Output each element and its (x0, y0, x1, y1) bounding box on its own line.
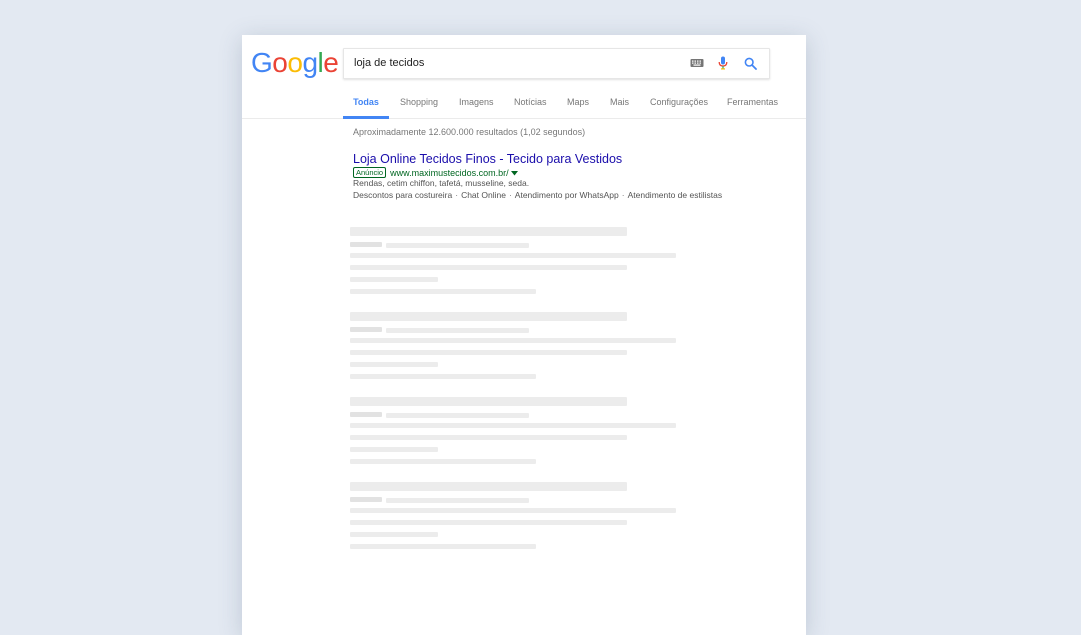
separator: · (621, 190, 625, 200)
placeholder-line (386, 498, 529, 503)
search-box (343, 48, 770, 79)
placeholder-line (350, 532, 438, 537)
sitelink[interactable]: Atendimento de estilistas (628, 190, 723, 200)
result-stats: Aproximadamente 12.600.000 resultados (1… (353, 127, 586, 137)
tab-shopping[interactable]: Shopping (400, 90, 438, 116)
tab-mais[interactable]: Mais (610, 90, 629, 116)
tab-maps[interactable]: Maps (567, 90, 589, 116)
browser-window: Google Todas Shopping Imagens Notícias M… (242, 35, 806, 635)
placeholder-line (350, 459, 536, 464)
sitelink[interactable]: Chat Online (461, 190, 506, 200)
placeholder-line (350, 497, 382, 502)
placeholder-title (350, 227, 627, 236)
placeholder-line (350, 350, 627, 355)
dropdown-arrow-icon[interactable] (510, 168, 518, 178)
logo-letter: g (302, 47, 318, 78)
ad-url[interactable]: www.maximustecidos.com.br/ (390, 168, 509, 178)
placeholder-line (350, 327, 382, 332)
placeholder-line (350, 374, 536, 379)
search-input[interactable] (354, 55, 674, 71)
placeholder-line (386, 243, 529, 248)
separator: · (508, 190, 512, 200)
separator: · (455, 190, 459, 200)
keyboard-icon[interactable] (689, 55, 705, 71)
placeholder-title (350, 482, 627, 491)
placeholder-line (350, 253, 676, 258)
placeholder-line (386, 413, 529, 418)
placeholder-line (350, 338, 676, 343)
microphone-icon[interactable] (715, 55, 731, 71)
tab-noticias[interactable]: Notícias (514, 90, 547, 116)
placeholder-line (350, 447, 438, 452)
ad-sitelinks: Descontos para costureira · Chat Online · At… (353, 190, 722, 200)
placeholder-line (350, 544, 536, 549)
tab-todas[interactable]: Todas (343, 90, 389, 119)
sitelink[interactable]: Descontos para costureira (353, 190, 452, 200)
placeholder-line (350, 242, 382, 247)
placeholder-line (350, 289, 536, 294)
placeholder-line (386, 328, 529, 333)
placeholder-title (350, 312, 627, 321)
search-icon[interactable] (742, 55, 758, 71)
logo-letter: G (251, 47, 273, 78)
placeholder-title (350, 397, 627, 406)
tab-imagens[interactable]: Imagens (459, 90, 494, 116)
placeholder-line (350, 423, 676, 428)
placeholder-line (350, 520, 627, 525)
logo-letter: e (323, 47, 339, 78)
placeholder-line (350, 412, 382, 417)
ad-badge: Anúncio (353, 167, 387, 178)
sitelink[interactable]: Atendimento por WhatsApp (515, 190, 619, 200)
ad-title-link[interactable]: Loja Online Tecidos Finos - Tecido para … (353, 152, 622, 166)
placeholder-line (350, 508, 676, 513)
logo-letter: o (287, 47, 303, 78)
tab-configuracoes[interactable]: Configurações (650, 90, 708, 116)
tab-ferramentas[interactable]: Ferramentas (727, 90, 778, 116)
placeholder-line (350, 265, 627, 270)
placeholder-line (350, 435, 627, 440)
search-header: Google Todas Shopping Imagens Notícias M… (242, 35, 806, 119)
placeholder-line (350, 277, 438, 282)
ad-description: Rendas, cetim chiffon, tafetá, musseline… (353, 178, 530, 188)
logo-letter: o (272, 47, 288, 78)
ad-url-line: Anúncio www.maximustecidos.com.br/ (353, 167, 518, 178)
google-logo[interactable]: Google (251, 47, 339, 79)
placeholder-line (350, 362, 438, 367)
